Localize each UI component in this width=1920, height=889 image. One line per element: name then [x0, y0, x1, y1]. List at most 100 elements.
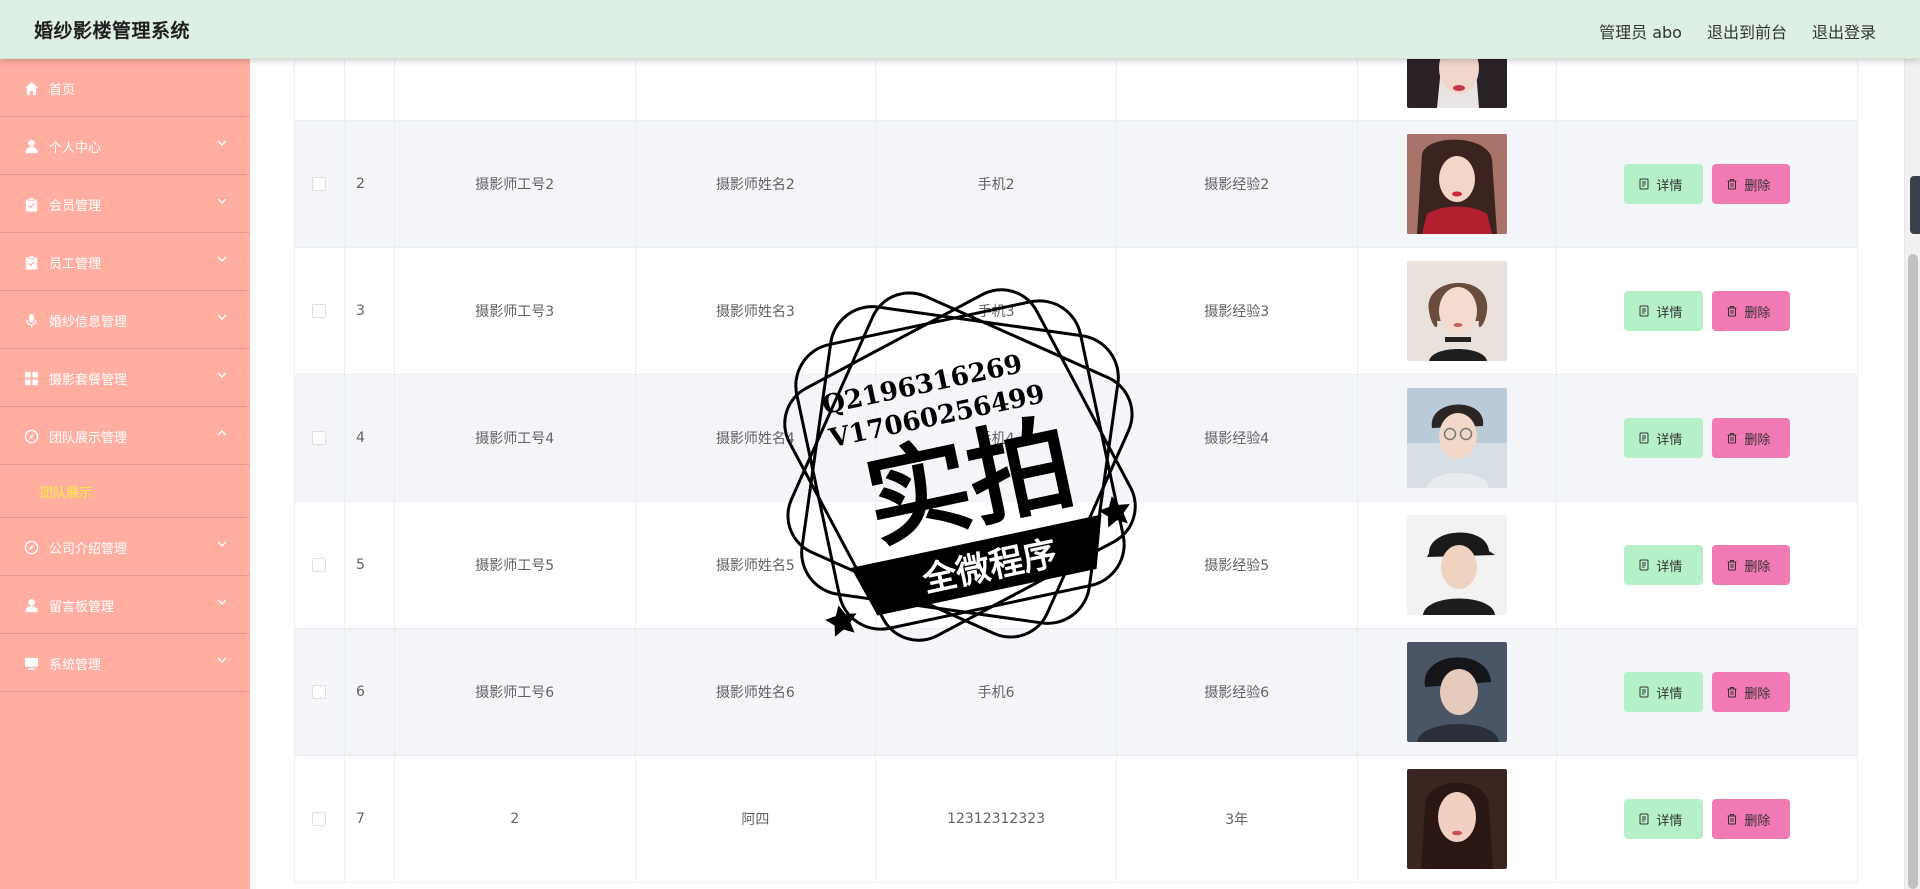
actions-cell — [1557, 59, 1857, 120]
row-checkbox[interactable] — [312, 558, 327, 572]
actions-cell: 详情 删除 — [1557, 756, 1857, 882]
name-cell — [636, 59, 877, 120]
sidebar-item-team-display-management[interactable]: 团队展示管理 — [0, 407, 250, 465]
row-checkbox[interactable] — [312, 177, 327, 191]
sidebar-item-personal-center[interactable]: 个人中心 — [0, 117, 250, 175]
sidebar-item-staff-management[interactable]: 员工管理 — [0, 233, 250, 291]
logout-link[interactable]: 退出登录 — [1812, 19, 1876, 43]
row-select-cell — [295, 375, 345, 501]
row-checkbox[interactable] — [312, 685, 327, 699]
delete-button[interactable]: 删除 — [1712, 164, 1791, 204]
chevron-up-icon — [217, 430, 227, 436]
detail-button-label: 详情 — [1656, 558, 1683, 574]
row-select-cell — [295, 59, 345, 120]
submenu-item-team-display[interactable]: 团队展示 — [0, 465, 250, 518]
table-row: 2 摄影师工号2 摄影师姓名2 手机2 摄影经验2 详情 删除 — [295, 121, 1857, 248]
sidebar-item-member-management[interactable]: 会员管理 — [0, 175, 250, 233]
admin-user-label[interactable]: 管理员 abo — [1599, 19, 1682, 43]
sidebar-item-system-management[interactable]: 系统管理 — [0, 634, 250, 692]
sidebar-item-label: 公司介绍管理 — [49, 542, 128, 557]
delete-button[interactable]: 删除 — [1712, 545, 1791, 585]
delete-button[interactable]: 删除 — [1712, 799, 1791, 839]
detail-button[interactable]: 详情 — [1624, 672, 1704, 712]
side-tab-handle[interactable] — [1910, 176, 1920, 234]
phone-cell: 手机2 — [876, 121, 1117, 247]
job-no-cell: 2 — [395, 756, 636, 882]
delete-button-label: 删除 — [1744, 431, 1771, 447]
experience-cell: 摄影经验2 — [1117, 121, 1358, 247]
app-title: 婚纱影楼管理系统 — [34, 20, 191, 42]
index-cell: 7 — [345, 756, 395, 882]
photographer-photo — [1406, 642, 1507, 742]
chevron-down-icon — [217, 140, 227, 146]
chevron-down-icon — [217, 599, 227, 605]
trash-icon — [1727, 687, 1737, 698]
grid-icon — [24, 371, 39, 386]
detail-button[interactable]: 详情 — [1624, 799, 1704, 839]
index-cell: 4 — [345, 375, 395, 501]
sidebar-item-label: 系统管理 — [49, 658, 102, 673]
experience-cell: 摄影经验4 — [1117, 375, 1358, 501]
detail-button[interactable]: 详情 — [1624, 545, 1704, 585]
microphone-icon — [26, 313, 37, 328]
scrollbar-thumb[interactable] — [1908, 254, 1918, 889]
phone-cell: 手机6 — [876, 629, 1117, 755]
table-row: 6 摄影师工号6 摄影师姓名6 手机6 摄影经验6 详情 删除 — [295, 629, 1857, 756]
photo-cell — [1358, 502, 1558, 628]
trash-icon — [1727, 179, 1737, 190]
clipboard-icon — [25, 197, 38, 212]
document-icon — [1639, 178, 1649, 190]
delete-button-label: 删除 — [1744, 177, 1771, 193]
user-icon — [25, 598, 38, 613]
exit-to-front-link[interactable]: 退出到前台 — [1707, 19, 1787, 43]
chevron-down-icon — [217, 657, 227, 663]
name-cell: 摄影师姓名6 — [636, 629, 877, 755]
phone-cell: 手机5 — [876, 502, 1117, 628]
detail-button-label: 详情 — [1656, 177, 1683, 193]
submenu-item-label: 团队展示 — [40, 486, 93, 501]
sidebar-item-label: 会员管理 — [49, 199, 102, 214]
delete-button[interactable]: 删除 — [1712, 291, 1791, 331]
row-checkbox[interactable] — [312, 812, 327, 826]
sidebar-item-message-board-management[interactable]: 留言板管理 — [0, 576, 250, 634]
trash-icon — [1727, 814, 1737, 825]
photo-cell — [1358, 629, 1558, 755]
sidebar: 首页 个人中心 会员管理 员工管理 婚纱信息管理 摄影套餐管理 团队展示管理 团… — [0, 59, 250, 889]
photo-cell — [1358, 375, 1558, 501]
photographer-photo — [1406, 388, 1507, 488]
row-checkbox[interactable] — [312, 431, 327, 445]
detail-button[interactable]: 详情 — [1624, 164, 1704, 204]
row-checkbox[interactable] — [312, 304, 327, 318]
delete-button-label: 删除 — [1744, 685, 1771, 701]
compass-icon — [24, 540, 39, 555]
name-cell: 摄影师姓名4 — [636, 375, 877, 501]
row-select-cell — [295, 248, 345, 374]
actions-cell: 详情 删除 — [1557, 375, 1857, 501]
document-icon — [1639, 813, 1649, 825]
delete-button[interactable]: 删除 — [1712, 672, 1791, 712]
detail-button[interactable]: 详情 — [1624, 418, 1704, 458]
row-select-cell — [295, 121, 345, 247]
sidebar-item-home[interactable]: 首页 — [0, 59, 250, 117]
sidebar-item-company-intro-management[interactable]: 公司介绍管理 — [0, 518, 250, 576]
detail-button[interactable]: 详情 — [1624, 291, 1704, 331]
photo-cell — [1358, 756, 1558, 882]
sidebar-item-photo-package-management[interactable]: 摄影套餐管理 — [0, 349, 250, 407]
sidebar-item-label: 留言板管理 — [49, 600, 115, 615]
job-no-cell: 摄影师工号5 — [395, 502, 636, 628]
job-no-cell: 摄影师工号6 — [395, 629, 636, 755]
phone-cell: 12312312323 — [876, 756, 1117, 882]
sidebar-item-wedding-dress-management[interactable]: 婚纱信息管理 — [0, 291, 250, 349]
photographer-photo — [1406, 59, 1507, 108]
index-cell: 3 — [345, 248, 395, 374]
sidebar-item-label: 婚纱信息管理 — [49, 315, 128, 330]
actions-cell: 详情 删除 — [1557, 248, 1857, 374]
top-header: 婚纱影楼管理系统 管理员 abo 退出到前台 退出登录 — [0, 0, 1920, 59]
detail-button-label: 详情 — [1656, 304, 1683, 320]
document-icon — [1639, 686, 1649, 698]
experience-cell: 摄影经验3 — [1117, 248, 1358, 374]
chevron-down-icon — [217, 256, 227, 262]
delete-button-label: 删除 — [1744, 812, 1771, 828]
delete-button[interactable]: 删除 — [1712, 418, 1791, 458]
table-row: 3 摄影师工号3 摄影师姓名3 手机3 摄影经验3 详情 删除 — [295, 248, 1857, 375]
